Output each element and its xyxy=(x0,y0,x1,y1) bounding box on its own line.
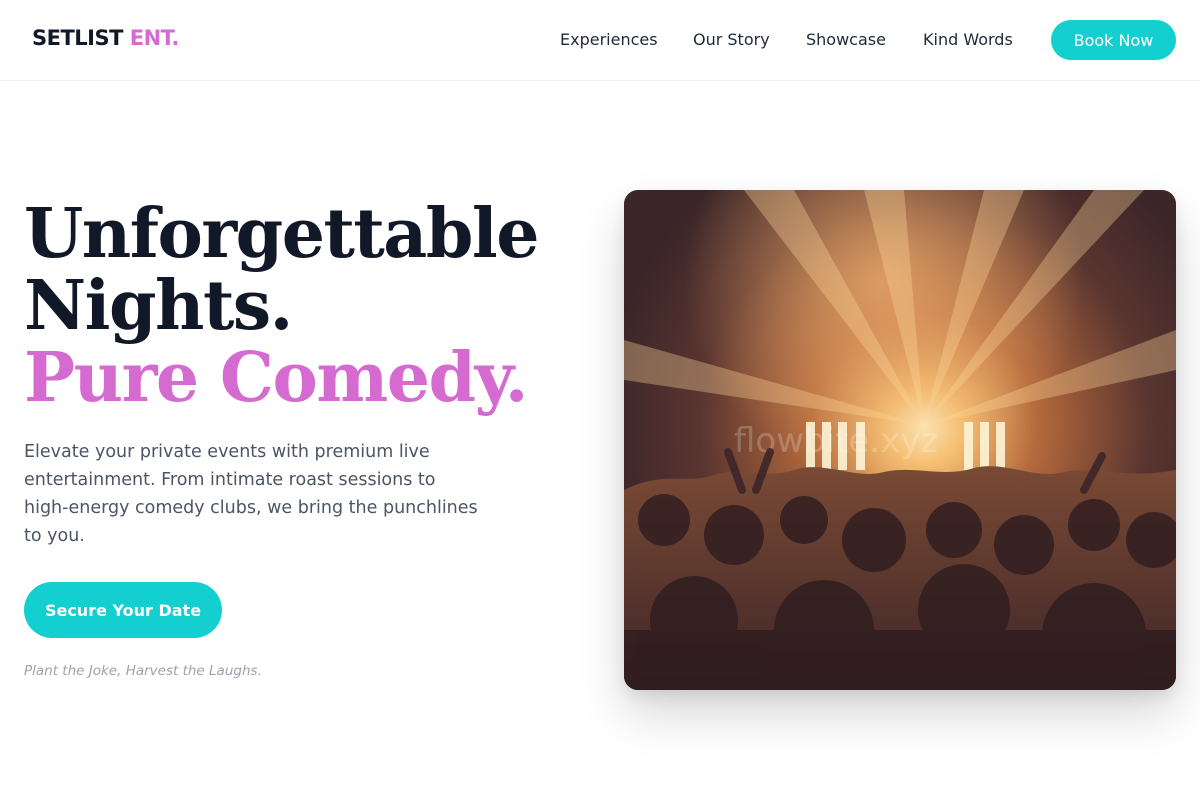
headline-line-1: Unforgettable xyxy=(24,194,540,274)
site-header: SETLIST ENT. Experiences Our Story Showc… xyxy=(0,0,1200,81)
main-nav: Experiences Our Story Showcase Kind Word… xyxy=(0,30,1200,54)
hero-concert-image: flowbite.xyz xyxy=(624,190,1176,690)
book-now-button[interactable]: Book Now xyxy=(1051,20,1176,60)
secure-date-button[interactable]: Secure Your Date xyxy=(24,582,222,638)
nav-link-kind-words[interactable]: Kind Words xyxy=(923,30,1013,49)
nav-link-our-story[interactable]: Our Story xyxy=(693,30,770,49)
image-watermark: flowbite.xyz xyxy=(734,421,938,461)
headline-line-3: Pure Comedy. xyxy=(24,338,528,418)
hero-tagline: Plant the Joke, Harvest the Laughs. xyxy=(24,663,262,679)
hero-headline: Unforgettable Nights. Pure Comedy. xyxy=(24,198,584,414)
nav-link-experiences[interactable]: Experiences xyxy=(560,30,658,49)
headline-line-2: Nights. xyxy=(24,266,293,346)
hero-description: Elevate your private events with premium… xyxy=(24,442,478,546)
nav-link-showcase[interactable]: Showcase xyxy=(806,30,886,49)
